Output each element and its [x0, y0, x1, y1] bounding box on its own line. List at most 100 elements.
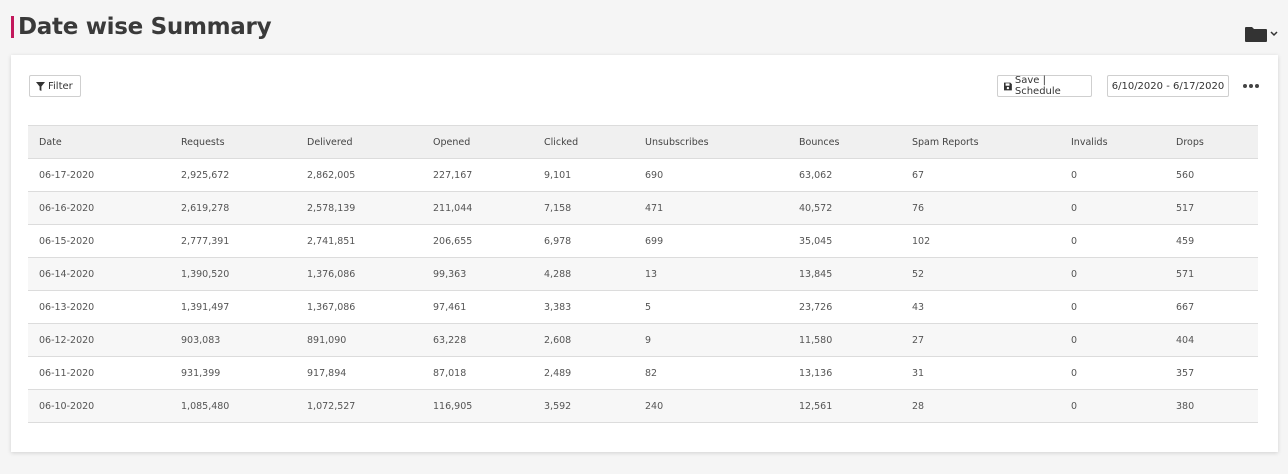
- column-header-clicked[interactable]: Clicked: [533, 125, 634, 159]
- table-row: 06-17-2020 2,925,672 2,862,005 227,167 9,101…: [28, 158, 1258, 192]
- table-cell: 1,367,086: [296, 290, 422, 324]
- table-cell: 102: [901, 224, 1060, 258]
- table-cell: 2,608: [533, 323, 634, 357]
- column-header-unsubscribes[interactable]: Unsubscribes: [634, 125, 788, 159]
- table-cell: 0: [1060, 224, 1165, 258]
- table-cell: 82: [634, 356, 788, 390]
- filter-button[interactable]: Filter: [29, 75, 81, 97]
- table-cell: 06-16-2020: [28, 191, 170, 225]
- table-cell: 76: [901, 191, 1060, 225]
- floppy-disk-icon: [1004, 82, 1012, 90]
- table-cell: 2,578,139: [296, 191, 422, 225]
- column-header-invalids[interactable]: Invalids: [1060, 125, 1165, 159]
- table-row: 06-13-2020 1,391,497 1,367,086 97,461 3,383 5…: [28, 290, 1258, 324]
- column-header-spam-reports[interactable]: Spam Reports: [901, 125, 1060, 159]
- column-header-delivered[interactable]: Delivered: [296, 125, 422, 159]
- table-cell: 116,905: [422, 389, 533, 423]
- table-header-row: Date Requests Delivered Opened Clicked U…: [28, 125, 1258, 159]
- table-cell: 931,399: [170, 356, 296, 390]
- column-header-drops[interactable]: Drops: [1165, 125, 1258, 159]
- folder-menu-button[interactable]: [1244, 24, 1278, 44]
- table-cell: 35,045: [788, 224, 901, 258]
- table-cell: 699: [634, 224, 788, 258]
- table-cell: 97,461: [422, 290, 533, 324]
- table-cell: 1,376,086: [296, 257, 422, 291]
- table-cell: 63,228: [422, 323, 533, 357]
- table-cell: 2,862,005: [296, 158, 422, 192]
- table-cell: 40,572: [788, 191, 901, 225]
- column-header-requests[interactable]: Requests: [170, 125, 296, 159]
- column-header-opened[interactable]: Opened: [422, 125, 533, 159]
- table-cell: 12,561: [788, 389, 901, 423]
- table-cell: 1,391,497: [170, 290, 296, 324]
- table-cell: 9,101: [533, 158, 634, 192]
- table-cell: 63,062: [788, 158, 901, 192]
- table-cell: 2,619,278: [170, 191, 296, 225]
- table-cell: 471: [634, 191, 788, 225]
- table-cell: 0: [1060, 191, 1165, 225]
- table-cell: 13,136: [788, 356, 901, 390]
- table-cell: 99,363: [422, 257, 533, 291]
- table-cell: 903,083: [170, 323, 296, 357]
- table-cell: 3,383: [533, 290, 634, 324]
- table-row: 06-10-2020 1,085,480 1,072,527 116,905 3,592…: [28, 389, 1258, 423]
- table-cell: 27: [901, 323, 1060, 357]
- table-cell: 211,044: [422, 191, 533, 225]
- table-cell: 2,925,672: [170, 158, 296, 192]
- table-cell: 11,580: [788, 323, 901, 357]
- table-cell: 404: [1165, 323, 1258, 357]
- table-cell: 357: [1165, 356, 1258, 390]
- filter-icon: [36, 81, 45, 91]
- filter-label: Filter: [48, 80, 73, 92]
- title-accent-bar: [11, 16, 14, 38]
- table-cell: 560: [1165, 158, 1258, 192]
- more-dots-icon: [1243, 84, 1247, 88]
- table-cell: 06-11-2020: [28, 356, 170, 390]
- page-header: Date wise Summary: [11, 13, 272, 41]
- table-cell: 67: [901, 158, 1060, 192]
- column-header-bounces[interactable]: Bounces: [788, 125, 901, 159]
- table-cell: 0: [1060, 290, 1165, 324]
- table-row: 06-14-2020 1,390,520 1,376,086 99,363 4,288 1…: [28, 257, 1258, 291]
- table-cell: 0: [1060, 323, 1165, 357]
- table-row: 06-12-2020 903,083 891,090 63,228 2,608 9 11,5…: [28, 323, 1258, 357]
- table-cell: 5: [634, 290, 788, 324]
- table-cell: 380: [1165, 389, 1258, 423]
- more-options-button[interactable]: [1243, 81, 1259, 91]
- table-cell: 52: [901, 257, 1060, 291]
- table-cell: 227,167: [422, 158, 533, 192]
- table-row: 06-15-2020 2,777,391 2,741,851 206,655 6,978…: [28, 224, 1258, 258]
- summary-table: Date Requests Delivered Opened Clicked U…: [28, 125, 1258, 423]
- table-cell: 0: [1060, 257, 1165, 291]
- table-cell: 31: [901, 356, 1060, 390]
- table-cell: 06-13-2020: [28, 290, 170, 324]
- table-cell: 87,018: [422, 356, 533, 390]
- chevron-down-icon: [1270, 31, 1278, 37]
- summary-card: Filter Save | Schedule 6/10/2020 - 6/17/…: [11, 55, 1278, 452]
- table-cell: 7,158: [533, 191, 634, 225]
- table-cell: 06-10-2020: [28, 389, 170, 423]
- table-cell: 3,592: [533, 389, 634, 423]
- table-cell: 06-14-2020: [28, 257, 170, 291]
- table-row: 06-11-2020 931,399 917,894 87,018 2,489 82 13,…: [28, 356, 1258, 390]
- table-cell: 6,978: [533, 224, 634, 258]
- save-schedule-button[interactable]: Save | Schedule: [997, 75, 1092, 97]
- table-cell: 517: [1165, 191, 1258, 225]
- table-cell: 1,390,520: [170, 257, 296, 291]
- table-cell: 9: [634, 323, 788, 357]
- table-cell: 0: [1060, 158, 1165, 192]
- table-row: 06-16-2020 2,619,278 2,578,139 211,044 7,158…: [28, 191, 1258, 225]
- table-cell: 240: [634, 389, 788, 423]
- save-schedule-label: Save | Schedule: [1014, 75, 1061, 97]
- table-cell: 0: [1060, 389, 1165, 423]
- folder-icon: [1245, 27, 1267, 42]
- column-header-date[interactable]: Date: [28, 125, 170, 159]
- table-body: 06-17-2020 2,925,672 2,862,005 227,167 9,101…: [28, 158, 1258, 423]
- table-cell: 13: [634, 257, 788, 291]
- table-cell: 06-15-2020: [28, 224, 170, 258]
- table-cell: 1,085,480: [170, 389, 296, 423]
- table-cell: 0: [1060, 356, 1165, 390]
- table-cell: 206,655: [422, 224, 533, 258]
- date-range-picker[interactable]: 6/10/2020 - 6/17/2020: [1107, 75, 1229, 97]
- table-cell: 28: [901, 389, 1060, 423]
